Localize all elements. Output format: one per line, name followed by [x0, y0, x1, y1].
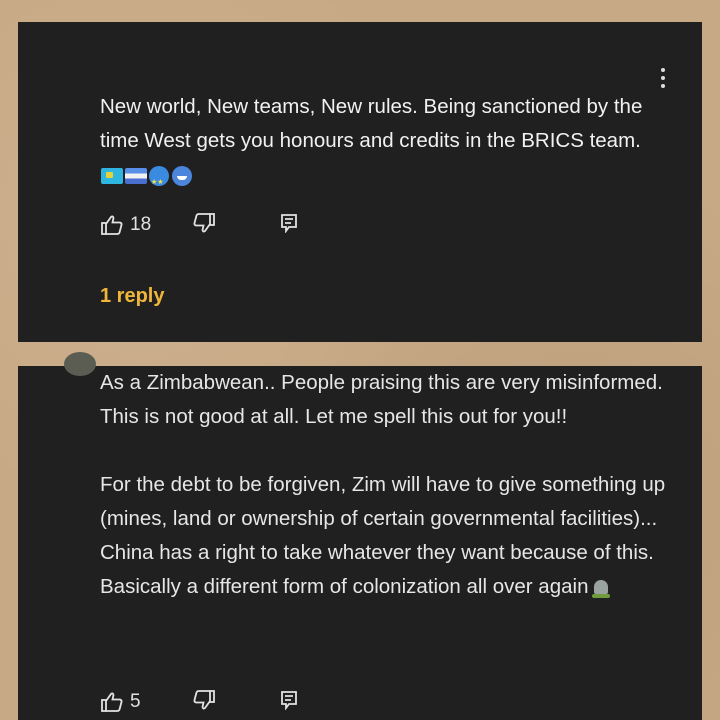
headstone-emoji-icon	[592, 578, 611, 598]
view-replies-link[interactable]: 1 reply	[100, 285, 164, 308]
like-button[interactable]: 18	[100, 214, 151, 236]
comment-card-1: New world, New teams, New rules. Being s…	[18, 22, 702, 342]
comment-card-2: As a Zimbabwean.. People praising this a…	[18, 352, 702, 720]
comment-paragraph: As a Zimbabwean.. People praising this a…	[100, 371, 663, 428]
reply-button[interactable]	[280, 690, 298, 710]
thumbs-up-icon	[101, 692, 123, 712]
comment-actions: 18	[100, 212, 297, 238]
like-count: 18	[130, 214, 152, 235]
thumbs-down-icon	[193, 213, 215, 233]
flag-emoji-icon	[125, 167, 147, 184]
reply-icon	[281, 691, 297, 710]
thumbs-up-icon	[101, 215, 123, 235]
thumbs-down-icon	[193, 690, 215, 710]
star-struck-emoji-icon	[149, 165, 169, 200]
emoji-group	[101, 165, 195, 200]
like-count: 5	[130, 691, 141, 712]
reply-button[interactable]	[280, 213, 298, 233]
reply-icon	[281, 214, 297, 233]
more-options-icon[interactable]	[660, 68, 666, 92]
comment-actions: 5	[100, 689, 297, 715]
comment-paragraph: For the debt to be forgiven, Zim will ha…	[100, 473, 666, 598]
avatar[interactable]	[64, 352, 96, 376]
flag-emoji-icon	[101, 167, 123, 184]
comment-text: As a Zimbabwean.. People praising this a…	[100, 366, 670, 604]
dislike-button[interactable]	[192, 212, 216, 234]
like-button[interactable]: 5	[100, 691, 141, 713]
dislike-button[interactable]	[192, 689, 216, 711]
grinning-emoji-icon	[172, 165, 192, 186]
comment-text: New world, New teams, New rules. Being s…	[100, 90, 670, 200]
